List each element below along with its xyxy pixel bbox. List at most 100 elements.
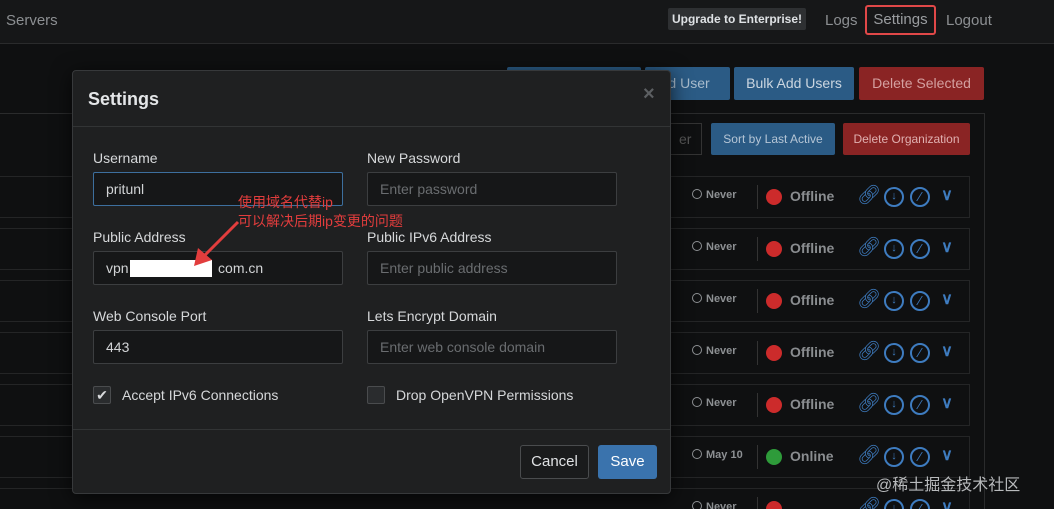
settings-modal: Settings × Username New Password Public … [72, 70, 671, 494]
chevron-down-icon[interactable]: ∨ [937, 238, 957, 258]
status-dot-icon [766, 189, 782, 205]
clock-icon [692, 449, 702, 459]
modal-footer: Cancel Save [73, 429, 670, 493]
clock-icon [692, 397, 702, 407]
nav-settings-link[interactable]: Settings [865, 5, 936, 35]
disable-icon[interactable]: ∕ [910, 395, 930, 415]
new-password-input[interactable] [367, 172, 617, 206]
save-button[interactable]: Save [598, 445, 657, 479]
drop-openvpn-checkbox[interactable] [367, 386, 385, 404]
last-active-text: Never [706, 345, 737, 357]
drop-openvpn-label: Drop OpenVPN Permissions [396, 387, 574, 403]
status-text: Online [790, 448, 834, 464]
status-text: Offline [790, 240, 835, 256]
download-icon[interactable]: ↓ [884, 395, 904, 415]
divider [757, 237, 758, 261]
annotation-line-2: 可以解决后期ip变更的问题 [238, 213, 403, 229]
status-dot-icon [766, 449, 782, 465]
new-password-label: New Password [367, 150, 461, 166]
link-icon[interactable]: 🔗︎ [857, 290, 881, 311]
annotation-line-1: 使用域名代替ip [238, 194, 333, 210]
modal-body: Username New Password Public Address Pub… [73, 128, 670, 429]
chevron-down-icon[interactable]: ∨ [937, 186, 957, 206]
divider [757, 393, 758, 417]
username-label: Username [93, 150, 158, 166]
divider [757, 185, 758, 209]
chevron-down-icon[interactable]: ∨ [937, 498, 957, 509]
top-navbar: Servers Upgrade to Enterprise! Logs Sett… [0, 0, 1054, 44]
last-active: Never [692, 397, 758, 409]
last-active-text: Never [706, 189, 737, 201]
link-icon[interactable]: 🔗︎ [857, 446, 881, 467]
status-text: Offline [790, 396, 835, 412]
nav-logs-link[interactable]: Logs [825, 12, 858, 29]
nav-servers-link[interactable]: Servers [6, 12, 58, 29]
annotation-arrow-icon [194, 220, 240, 266]
last-active-text: Never [706, 241, 737, 253]
download-icon[interactable]: ↓ [884, 239, 904, 259]
download-icon[interactable]: ↓ [884, 499, 904, 509]
upgrade-enterprise-button[interactable]: Upgrade to Enterprise! [668, 8, 806, 30]
link-icon[interactable]: 🔗︎ [857, 498, 881, 509]
chevron-down-icon[interactable]: ∨ [937, 446, 957, 466]
last-active: Never [692, 501, 758, 509]
chevron-down-icon[interactable]: ∨ [937, 394, 957, 414]
last-active: Never [692, 189, 758, 201]
last-active: May 10 [692, 449, 758, 461]
status-text: Offline [790, 344, 835, 360]
download-icon[interactable]: ↓ [884, 343, 904, 363]
download-icon[interactable]: ↓ [884, 447, 904, 467]
bulk-add-users-button[interactable]: Bulk Add Users [734, 67, 854, 100]
sort-by-last-active-button[interactable]: Sort by Last Active [711, 123, 835, 155]
chevron-down-icon[interactable]: ∨ [937, 342, 957, 362]
public-address-label: Public Address [93, 229, 186, 245]
chevron-down-icon[interactable]: ∨ [937, 290, 957, 310]
clock-icon [692, 241, 702, 251]
status-dot-icon [766, 397, 782, 413]
close-icon[interactable]: × [643, 83, 655, 106]
divider [757, 497, 758, 509]
last-active-text: Never [706, 293, 737, 305]
clock-icon [692, 501, 702, 509]
disable-icon[interactable]: ∕ [910, 343, 930, 363]
web-console-port-input[interactable] [93, 330, 343, 364]
accept-ipv6-label: Accept IPv6 Connections [122, 387, 279, 403]
divider [757, 289, 758, 313]
status-text: Offline [790, 292, 835, 308]
link-icon[interactable]: 🔗︎ [857, 238, 881, 259]
status-dot-icon [766, 501, 782, 509]
lets-encrypt-label: Lets Encrypt Domain [367, 308, 497, 324]
download-icon[interactable]: ↓ [884, 291, 904, 311]
disable-icon[interactable]: ∕ [910, 291, 930, 311]
watermark: @稀土掘金技术社区 [876, 477, 1021, 494]
public-ipv6-label: Public IPv6 Address [367, 229, 492, 245]
link-icon[interactable]: 🔗︎ [857, 394, 881, 415]
last-active-text: Never [706, 501, 737, 509]
delete-organization-button[interactable]: Delete Organization [843, 123, 970, 155]
status-dot-icon [766, 241, 782, 257]
clock-icon [692, 293, 702, 303]
disable-icon[interactable]: ∕ [910, 187, 930, 207]
divider [757, 341, 758, 365]
nav-logout-link[interactable]: Logout [946, 12, 992, 29]
cancel-button[interactable]: Cancel [520, 445, 589, 479]
last-active-text: Never [706, 397, 737, 409]
accept-ipv6-checkbox[interactable]: ✔ [93, 386, 111, 404]
clock-icon [692, 345, 702, 355]
disable-icon[interactable]: ∕ [910, 499, 930, 509]
status-text: Offline [790, 188, 835, 204]
public-ipv6-input[interactable] [367, 251, 617, 285]
clock-icon [692, 189, 702, 199]
divider [757, 445, 758, 469]
modal-header: Settings × [73, 71, 670, 127]
download-icon[interactable]: ↓ [884, 187, 904, 207]
link-icon[interactable]: 🔗︎ [857, 186, 881, 207]
lets-encrypt-domain-input[interactable] [367, 330, 617, 364]
disable-icon[interactable]: ∕ [910, 239, 930, 259]
status-dot-icon [766, 345, 782, 361]
last-active-text: May 10 [706, 449, 743, 461]
delete-selected-button[interactable]: Delete Selected [859, 67, 984, 100]
web-console-port-label: Web Console Port [93, 308, 207, 324]
link-icon[interactable]: 🔗︎ [857, 342, 881, 363]
disable-icon[interactable]: ∕ [910, 447, 930, 467]
